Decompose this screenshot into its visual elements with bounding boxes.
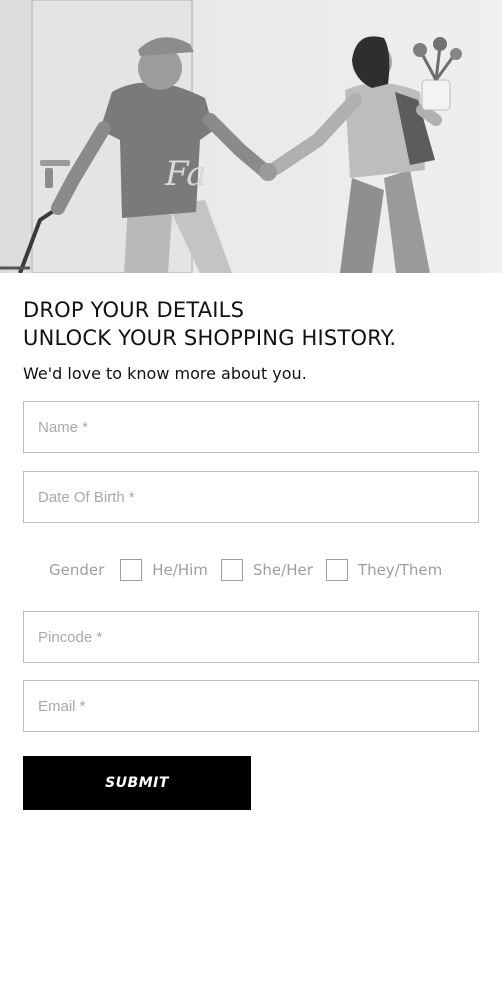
gender-selector: Gender He/Him She/Her They/Them <box>49 557 455 583</box>
email-input[interactable] <box>24 681 478 731</box>
hero-illustration: Fa <box>0 0 462 273</box>
heading-line-2: UNLOCK YOUR SHOPPING HISTORY. <box>23 326 397 350</box>
submit-button[interactable]: SUBMIT <box>23 756 251 810</box>
hero-image: Fa <box>0 0 502 273</box>
form-heading: DROP YOUR DETAILS UNLOCK YOUR SHOPPING H… <box>23 296 483 352</box>
shirt-print: Fa <box>164 154 207 194</box>
name-field-wrapper <box>23 401 479 453</box>
heading-line-1: DROP YOUR DETAILS <box>23 298 245 322</box>
checkbox-she-her[interactable] <box>220 559 243 581</box>
pincode-field-wrapper <box>23 611 479 663</box>
checkbox-they-them[interactable] <box>325 559 348 581</box>
gender-option-label: She/Her <box>252 561 313 579</box>
dob-field-wrapper <box>23 471 479 523</box>
gender-option-label: They/Them <box>357 561 443 579</box>
email-field-wrapper <box>23 680 479 732</box>
gender-option-she-her[interactable]: She/Her <box>220 559 313 581</box>
form-subtitle: We'd love to know more about you. <box>23 364 307 383</box>
checkbox-he-him[interactable] <box>120 559 143 581</box>
pincode-input[interactable] <box>24 612 478 662</box>
date-of-birth-input[interactable] <box>24 472 478 522</box>
gender-label: Gender <box>49 561 105 579</box>
gender-option-they-them[interactable]: They/Them <box>325 559 443 581</box>
name-input[interactable] <box>24 402 478 452</box>
gender-option-label: He/Him <box>152 561 208 579</box>
gender-option-he-him[interactable]: He/Him <box>120 559 208 581</box>
